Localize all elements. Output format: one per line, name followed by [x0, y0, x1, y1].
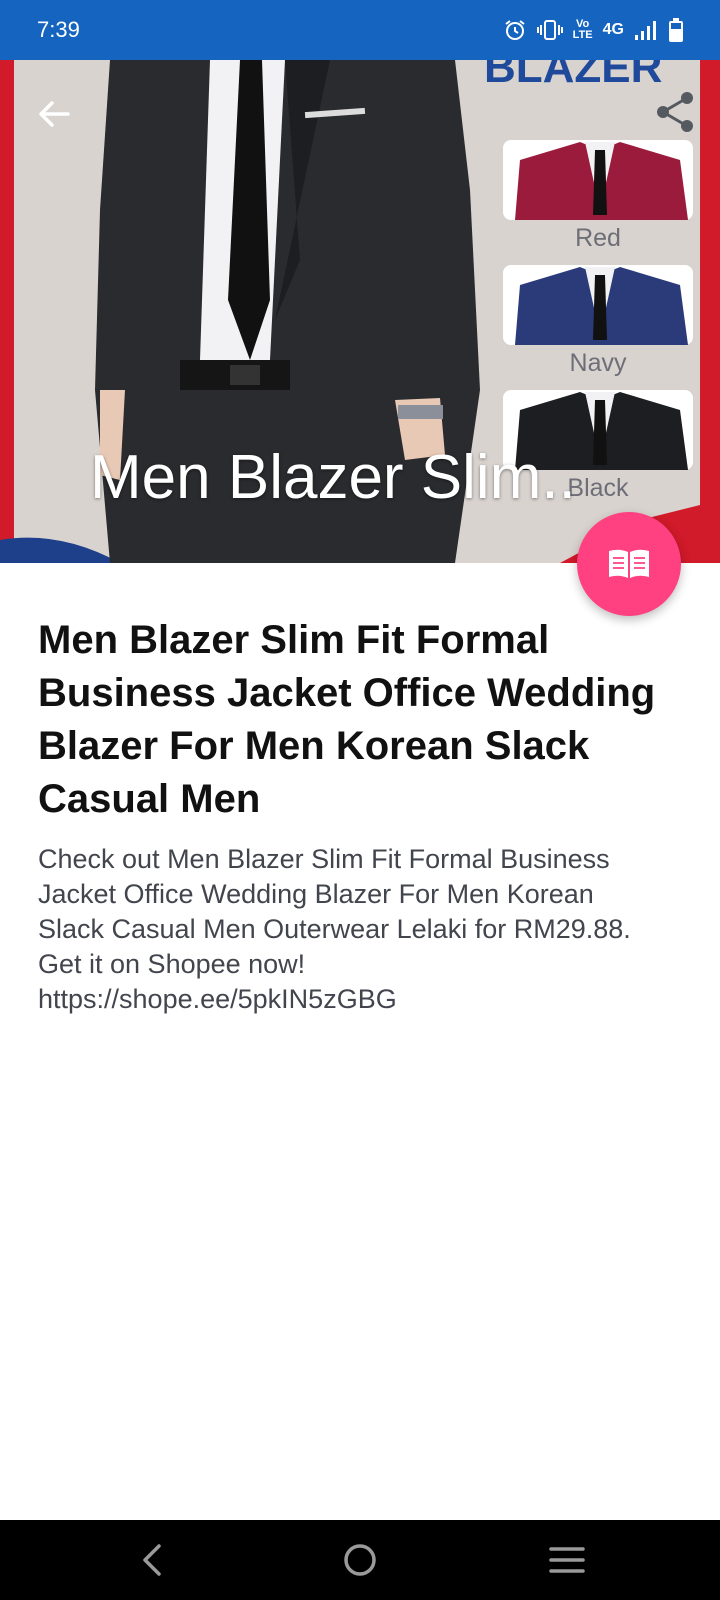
signal-icon — [635, 21, 656, 40]
arrow-back-icon[interactable] — [34, 94, 74, 134]
battery-icon — [669, 18, 683, 42]
read-article-fab[interactable] — [577, 512, 681, 616]
status-bar: 7:39 Vo LTE 4G — [0, 0, 720, 60]
vibrate-icon — [536, 20, 563, 40]
alarm-icon — [505, 20, 525, 40]
status-icons: Vo LTE 4G — [503, 17, 684, 43]
book-open-icon — [609, 549, 649, 578]
banner-text: BLAZER — [484, 60, 662, 92]
product-description: Check out Men Blazer Slim Fit Formal Bus… — [38, 844, 631, 1014]
nav-home-icon[interactable] — [340, 1540, 380, 1580]
system-navigation-bar — [0, 1520, 720, 1600]
status-time: 7:39 — [37, 17, 80, 42]
nav-menu-icon[interactable] — [547, 1540, 587, 1580]
volte-indicator: Vo LTE — [572, 18, 593, 41]
hero-image: BLAZER Red Navy Black Men Blazer Slim.. — [0, 60, 720, 563]
nav-back-icon[interactable] — [134, 1540, 174, 1580]
network-type: 4G — [602, 21, 624, 38]
product-title: Men Blazer Slim Fit Formal Business Jack… — [38, 618, 656, 821]
swatch-label-red: Red — [575, 224, 621, 252]
swatch-label-navy: Navy — [569, 349, 627, 377]
share-icon[interactable] — [654, 90, 696, 134]
collapsed-toolbar-title: Men Blazer Slim.. — [90, 443, 576, 512]
